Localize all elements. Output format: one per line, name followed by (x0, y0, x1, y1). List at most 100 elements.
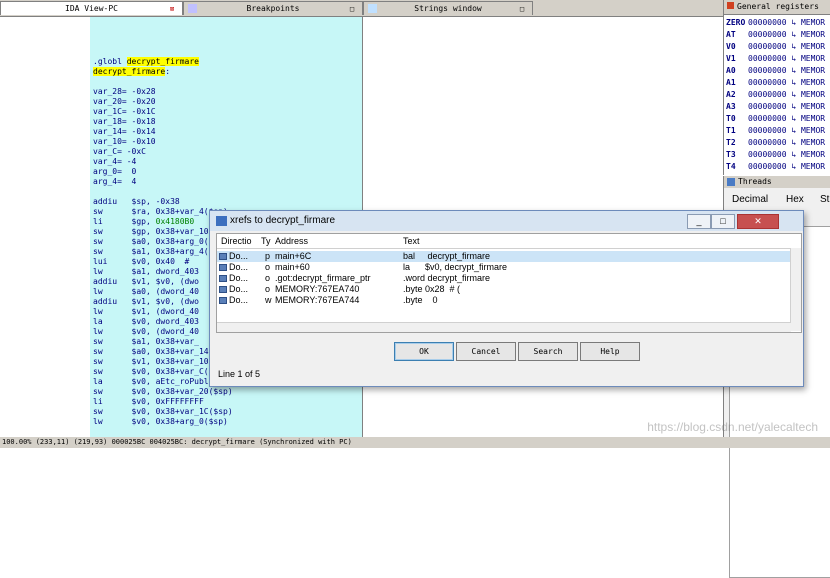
horizontal-scrollbar[interactable] (217, 322, 791, 332)
code-line[interactable]: addiu $v1, $v0, (dwo (93, 277, 199, 287)
table-row[interactable]: Do... o MEMORY:767EA740 .byte 0x28 # ( (217, 284, 801, 295)
code-line[interactable]: lw $v1, (dword_40 (93, 307, 199, 317)
register-row[interactable]: A1 00000000 ↳ MEMOR (726, 78, 825, 88)
code-line[interactable]: var_20= -0x20 (93, 97, 156, 107)
register-value[interactable]: 00000000 (748, 90, 791, 99)
register-pointer[interactable]: ↳ MEMOR (791, 90, 825, 99)
close-button[interactable]: ✕ (737, 214, 779, 229)
ok-button[interactable]: OK (394, 342, 454, 361)
register-row[interactable]: T1 00000000 ↳ MEMOR (726, 126, 825, 136)
register-row[interactable]: T3 00000000 ↳ MEMOR (726, 150, 825, 160)
code-line[interactable]: arg_0= 0 (93, 167, 136, 177)
maximize-button[interactable]: □ (711, 214, 735, 229)
register-value[interactable]: 00000000 (748, 138, 791, 147)
code-line[interactable]: lw $a0, (dword_40 (93, 287, 199, 297)
close-icon[interactable]: □ (518, 5, 526, 13)
code-line[interactable]: sw $a0, 0x38+arg_0($sp) (93, 237, 228, 247)
register-row[interactable]: A2 00000000 ↳ MEMOR (726, 90, 825, 100)
register-value[interactable]: 00000000 (748, 126, 791, 135)
search-button[interactable]: Search (518, 342, 578, 361)
code-line[interactable]: sw $a1, 0x38+arg_4($sp) (93, 247, 228, 257)
code-line[interactable]: .globl decrypt_firmare (93, 57, 199, 67)
register-value[interactable]: 00000000 (748, 42, 791, 51)
register-pointer[interactable]: ↳ MEMOR (791, 78, 825, 87)
register-value[interactable]: 00000000 (748, 162, 791, 171)
function-name[interactable]: decrypt_firmare (126, 57, 199, 66)
tab-hex[interactable]: Hex (786, 194, 804, 205)
register-value[interactable]: 00000000 (748, 54, 791, 63)
register-value[interactable]: 00000000 (748, 102, 791, 111)
code-line[interactable]: lw $a1, dword_403 (93, 267, 199, 277)
register-pointer[interactable]: ↳ MEMOR (791, 126, 825, 135)
code-line[interactable]: addiu $v1, $v0, (dwo (93, 297, 199, 307)
tab-ida-view-pc[interactable]: IDA View-PC ⊠ (0, 1, 183, 15)
code-line[interactable]: var_C= -0xC (93, 147, 146, 157)
code-line[interactable]: sw $v0, 0x38+var_C($sp) (93, 367, 228, 377)
register-row[interactable]: T2 00000000 ↳ MEMOR (726, 138, 825, 148)
register-row[interactable]: A3 00000000 ↳ MEMOR (726, 102, 825, 112)
code-line[interactable]: li $v0, 0xFFFFFFFF (93, 397, 204, 407)
register-pointer[interactable]: ↳ MEMOR (791, 18, 825, 27)
column-header[interactable]: Directio (221, 234, 252, 248)
code-line[interactable]: decrypt_firmare: (93, 67, 170, 77)
code-line[interactable]: sw $v0, 0x38+var_20($sp) (93, 387, 233, 397)
register-row[interactable]: V1 00000000 ↳ MEMOR (726, 54, 825, 64)
column-header[interactable]: Ty (261, 234, 271, 248)
code-line[interactable]: var_1C= -0x1C (93, 107, 156, 117)
tab-breakpoints[interactable]: Breakpoints □ (183, 1, 363, 15)
minimize-button[interactable]: _ (687, 214, 711, 229)
close-icon[interactable]: ⊠ (168, 5, 176, 13)
code-line[interactable]: var_4= -4 (93, 157, 136, 167)
tab-strings-window[interactable]: Strings window □ (363, 1, 533, 15)
code-line[interactable]: la $v0, dword_403 (93, 317, 199, 327)
register-value[interactable]: 00000000 (748, 30, 791, 39)
code-line[interactable]: var_18= -0x18 (93, 117, 156, 127)
register-pointer[interactable]: ↳ MEMOR (791, 162, 825, 171)
register-value[interactable]: 00000000 (748, 114, 791, 123)
column-header[interactable]: Address (275, 234, 308, 248)
register-pointer[interactable]: ↳ MEMOR (791, 30, 825, 39)
register-pointer[interactable]: ↳ MEMOR (791, 42, 825, 51)
code-line[interactable]: sw $a1, 0x38+var_ (93, 337, 199, 347)
register-row[interactable]: T4 00000000 ↳ MEMOR (726, 162, 825, 172)
code-line[interactable]: var_10= -0x10 (93, 137, 156, 147)
register-pointer[interactable]: ↳ MEMOR (791, 54, 825, 63)
register-value[interactable]: 00000000 (748, 66, 791, 75)
close-icon[interactable]: □ (348, 5, 356, 13)
code-line[interactable]: li $gp, 0x4180B0 (93, 217, 194, 227)
code-line[interactable]: lui $v0, 0x40 # (93, 257, 189, 267)
code-line[interactable]: lw $v0, (dword_40 (93, 327, 199, 337)
tab-st[interactable]: St (820, 194, 829, 205)
register-value[interactable]: 00000000 (748, 78, 791, 87)
code-line[interactable]: arg_4= 4 (93, 177, 136, 187)
register-pointer[interactable]: ↳ MEMOR (791, 66, 825, 75)
cancel-button[interactable]: Cancel (456, 342, 516, 361)
register-name: A1 (726, 78, 736, 87)
register-row[interactable]: ZERO 00000000 ↳ MEMOR (726, 18, 825, 28)
register-pointer[interactable]: ↳ MEMOR (791, 102, 825, 111)
function-label[interactable]: decrypt_firmare (93, 67, 166, 76)
register-row[interactable]: V0 00000000 ↳ MEMOR (726, 42, 825, 52)
register-pointer[interactable]: ↳ MEMOR (791, 138, 825, 147)
vertical-scrollbar[interactable] (790, 248, 801, 331)
code-line[interactable]: addiu $sp, -0x38 (93, 197, 180, 207)
register-row[interactable]: AT 00000000 ↳ MEMOR (726, 30, 825, 40)
code-line[interactable]: var_14= -0x14 (93, 127, 156, 137)
help-button[interactable]: Help (580, 342, 640, 361)
register-value[interactable]: 00000000 (748, 150, 791, 159)
table-row[interactable]: Do... o main+60 la $v0, decrypt_firmare (217, 262, 801, 273)
code-line[interactable]: sw $v0, 0x38+var_1C($sp) (93, 407, 233, 417)
column-header[interactable]: Text (403, 234, 420, 248)
code-line[interactable]: sw $ra, 0x38+var_4($sp) (93, 207, 228, 217)
register-value[interactable]: 00000000 (748, 18, 791, 27)
table-row[interactable]: Do... p main+6C bal decrypt_firmare (217, 251, 801, 262)
code-line[interactable]: var_28= -0x28 (93, 87, 156, 97)
register-pointer[interactable]: ↳ MEMOR (791, 114, 825, 123)
register-row[interactable]: A0 00000000 ↳ MEMOR (726, 66, 825, 76)
register-pointer[interactable]: ↳ MEMOR (791, 150, 825, 159)
table-row[interactable]: Do... o .got:decrypt_firmare_ptr .word decr… (217, 273, 801, 284)
register-row[interactable]: T0 00000000 ↳ MEMOR (726, 114, 825, 124)
table-row[interactable]: Do... w MEMORY:767EA744 .byte 0 (217, 295, 801, 306)
tab-decimal[interactable]: Decimal (732, 194, 768, 205)
code-line[interactable]: lw $v0, 0x38+arg_0($sp) (93, 417, 228, 427)
